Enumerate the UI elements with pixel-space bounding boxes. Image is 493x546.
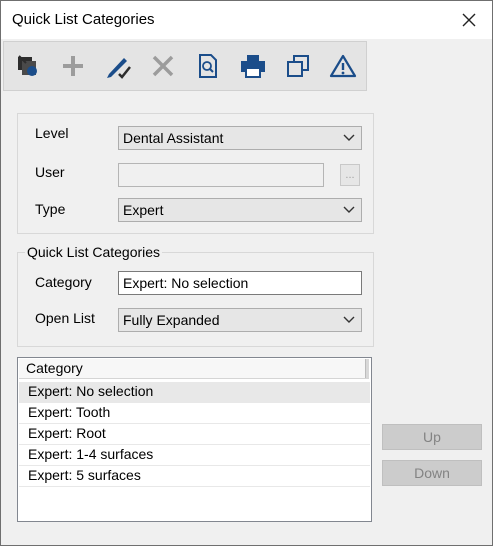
list-item-label: Expert: Tooth <box>28 404 111 420</box>
preview-button[interactable] <box>188 46 228 86</box>
print-button[interactable] <box>233 46 273 86</box>
delete-icon <box>152 55 174 77</box>
category-value: Expert: No selection <box>123 275 249 291</box>
list-item[interactable]: Expert: Tooth <box>19 403 370 424</box>
column-header-category[interactable]: Category <box>19 359 369 379</box>
column-header-label: Category <box>26 360 83 376</box>
copy-icon <box>287 55 309 77</box>
edit-icon <box>107 58 131 79</box>
chevron-down-icon <box>343 206 355 213</box>
alert-button[interactable] <box>323 46 363 86</box>
add-button[interactable] <box>53 46 93 86</box>
open-icon <box>18 55 37 76</box>
delete-button[interactable] <box>143 46 183 86</box>
chevron-down-icon <box>343 316 355 323</box>
type-select[interactable]: Expert <box>118 198 362 222</box>
down-button[interactable]: Down <box>382 460 482 486</box>
list-item-label: Expert: 1-4 surfaces <box>28 446 154 462</box>
user-field[interactable] <box>118 163 324 187</box>
title-bar: Quick List Categories <box>1 1 492 39</box>
toolbar <box>3 41 367 91</box>
list-item[interactable]: Expert: 5 surfaces <box>19 466 370 487</box>
list-item-label: Expert: 5 surfaces <box>28 467 141 483</box>
open-list-label: Open List <box>35 310 95 326</box>
column-divider[interactable] <box>365 359 369 378</box>
open-list-select[interactable]: Fully Expanded <box>118 308 362 332</box>
copy-button[interactable] <box>278 46 318 86</box>
user-label: User <box>35 164 65 180</box>
category-label: Category <box>35 274 92 290</box>
dialog-window: Quick List Categories Level Dental Assis… <box>0 0 493 546</box>
category-list[interactable]: Category Expert: No selection Expert: To… <box>17 357 372 522</box>
level-label: Level <box>35 125 69 141</box>
quick-list-group <box>17 252 374 347</box>
category-field[interactable]: Expert: No selection <box>118 271 362 295</box>
edit-button[interactable] <box>98 46 138 86</box>
print-icon <box>241 55 265 78</box>
close-button[interactable] <box>454 5 484 35</box>
list-item[interactable]: Expert: No selection <box>19 382 370 403</box>
level-select[interactable]: Dental Assistant <box>118 126 362 150</box>
type-label: Type <box>35 201 66 217</box>
alert-icon <box>329 54 357 78</box>
list-item-label: Expert: No selection <box>28 383 154 399</box>
list-item-label: Expert: Root <box>28 425 106 441</box>
add-icon <box>63 56 83 76</box>
level-value: Dental Assistant <box>123 130 224 146</box>
chevron-down-icon <box>343 134 355 141</box>
up-button[interactable]: Up <box>382 424 482 450</box>
preview-icon <box>199 54 217 78</box>
list-item[interactable]: Expert: Root <box>19 424 370 445</box>
close-icon <box>462 13 476 27</box>
user-browse-button[interactable]: ... <box>340 164 360 186</box>
quick-list-legend: Quick List Categories <box>25 244 163 260</box>
window-title: Quick List Categories <box>12 11 155 28</box>
open-list-value: Fully Expanded <box>123 312 220 328</box>
open-button[interactable] <box>8 46 48 86</box>
list-item[interactable]: Expert: 1-4 surfaces <box>19 445 370 466</box>
type-value: Expert <box>123 202 164 218</box>
